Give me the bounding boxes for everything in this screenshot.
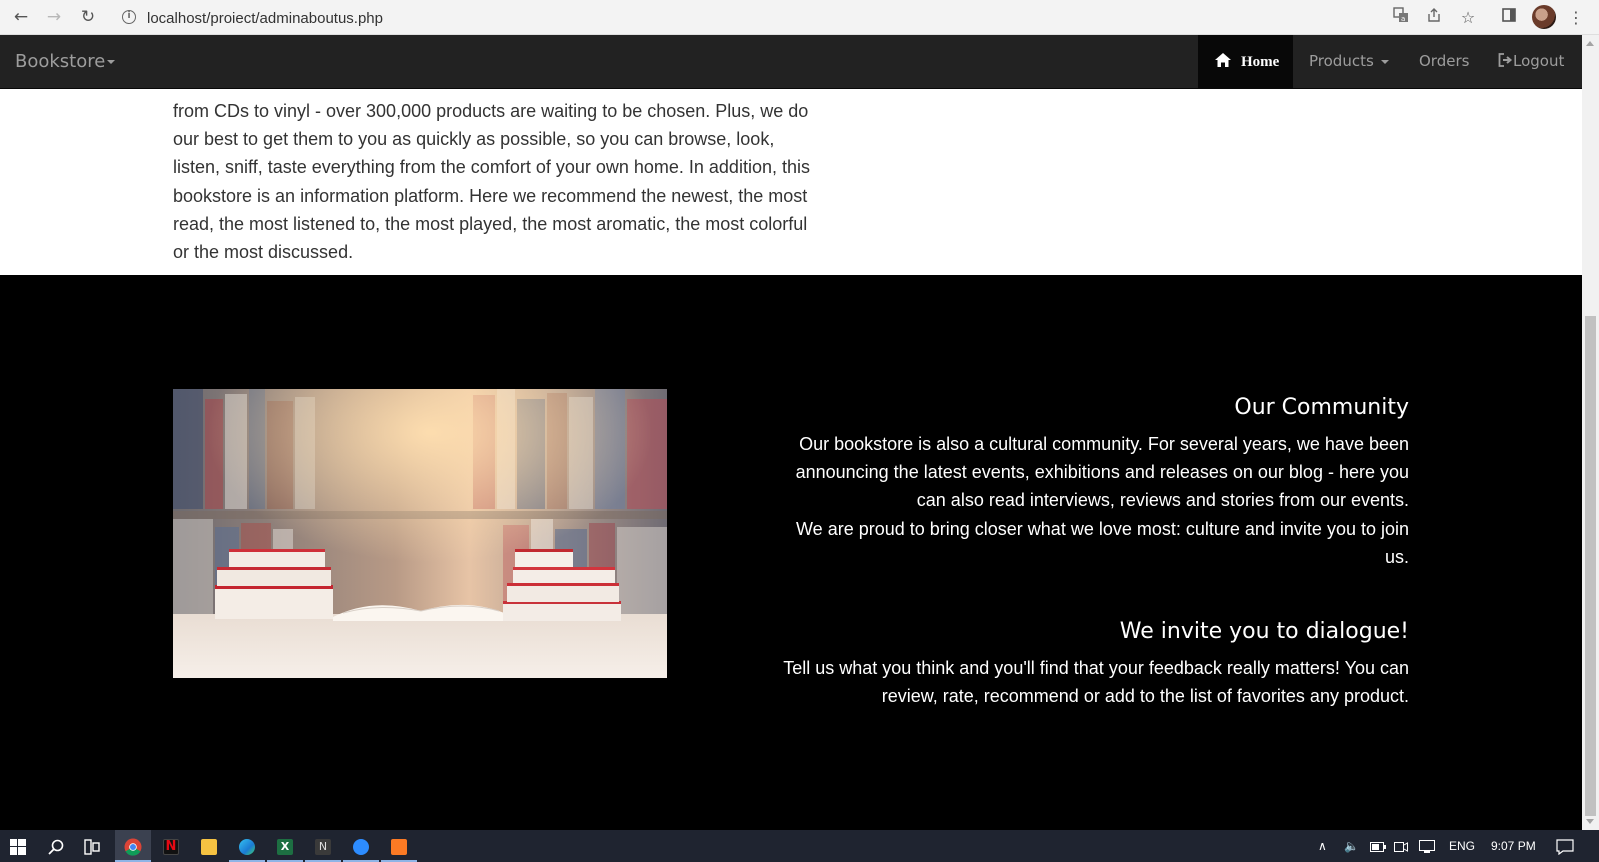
dialogue-line: Tell us what you think and you'll find t…	[783, 658, 1409, 679]
brand-label: Bookstore	[15, 51, 106, 72]
logout-icon	[1498, 53, 1513, 67]
forward-arrow-icon[interactable]: →	[43, 6, 65, 28]
nav-logout-label: Logout	[1513, 52, 1565, 70]
nav-products-label: Products	[1309, 52, 1374, 70]
community-line: We are proud to bring closer what we lov…	[796, 518, 1409, 539]
notification-center-icon[interactable]	[1556, 830, 1574, 862]
svg-text:a: a	[1401, 15, 1405, 23]
meet-now-icon[interactable]	[1394, 830, 1408, 862]
dialogue-line: review, rate, recommend or add to the li…	[881, 686, 1409, 707]
excel-taskbar-icon[interactable]: X	[267, 830, 303, 862]
intro-section: from CDs to vinyl - over 300,000 product…	[0, 89, 1582, 275]
netflix-taskbar-icon[interactable]: N	[153, 830, 189, 862]
nav-logout[interactable]: Logout	[1498, 35, 1564, 88]
brand-dropdown[interactable]: Bookstore	[15, 51, 116, 72]
site-info-icon[interactable]: i	[122, 10, 136, 24]
language-indicator[interactable]: ENG	[1449, 830, 1475, 862]
community-line: can also read interviews, reviews and st…	[916, 490, 1409, 511]
intro-line: bookstore is an information platform. He…	[173, 185, 808, 206]
url-text[interactable]: localhost/proiect/adminaboutus.php	[147, 10, 383, 27]
windows-start-icon[interactable]	[0, 830, 36, 862]
nav-orders[interactable]: Orders	[1419, 35, 1469, 88]
tray-chevron-up-icon[interactable]: ∧	[1318, 830, 1327, 862]
reload-icon[interactable]: ↻	[77, 6, 99, 28]
menu-kebab-icon[interactable]: ⋮	[1565, 7, 1587, 29]
site-navbar: Bookstore Home Products Orders Logout	[0, 35, 1582, 89]
scroll-up-arrow-icon[interactable]	[1586, 41, 1594, 46]
page-scrollbar[interactable]	[1582, 35, 1599, 830]
caret-down-icon	[107, 60, 116, 64]
nav-orders-label: Orders	[1419, 52, 1470, 70]
share-icon[interactable]	[1423, 7, 1445, 29]
task-view-icon[interactable]	[74, 830, 110, 862]
nav-home[interactable]: Home	[1198, 35, 1293, 88]
intro-line: listen, sniff, taste everything from the…	[173, 157, 810, 178]
windows-taskbar: N X N ∧ 🔈 ENG 9:07 PM	[0, 830, 1599, 862]
side-panel-icon[interactable]	[1498, 7, 1520, 29]
dialogue-heading: We invite you to dialogue!	[1119, 619, 1409, 645]
intro-line: our best to get them to you as quickly a…	[173, 129, 775, 150]
community-paragraph: Our bookstore is also a cultural communi…	[740, 430, 1409, 571]
network-icon[interactable]	[1419, 830, 1435, 862]
scroll-down-arrow-icon[interactable]	[1586, 819, 1594, 824]
bookshelf-image	[173, 389, 667, 678]
profile-avatar[interactable]	[1532, 5, 1556, 29]
search-icon[interactable]	[38, 830, 74, 862]
community-line: announcing the latest events, exhibition…	[795, 462, 1409, 483]
nav-home-label: Home	[1241, 54, 1280, 70]
clock[interactable]: 9:07 PM	[1491, 830, 1536, 862]
home-icon	[1215, 53, 1231, 67]
chrome-taskbar-icon[interactable]	[115, 830, 151, 862]
caret-down-icon	[1380, 59, 1389, 64]
battery-icon[interactable]	[1370, 830, 1386, 862]
community-line: us.	[1384, 546, 1409, 567]
bookmark-star-icon[interactable]: ☆	[1457, 7, 1479, 29]
intro-line: or the most discussed.	[173, 242, 354, 263]
volume-icon[interactable]: 🔈	[1344, 830, 1359, 862]
file-explorer-icon[interactable]	[191, 830, 227, 862]
notion-taskbar-icon[interactable]: N	[305, 830, 341, 862]
zoom-taskbar-icon[interactable]	[343, 830, 379, 862]
intro-paragraph: from CDs to vinyl - over 300,000 product…	[173, 97, 843, 266]
community-line: Our bookstore is also a cultural communi…	[799, 434, 1409, 454]
translate-icon[interactable]: a	[1390, 7, 1412, 29]
community-text-column: Our Community Our bookstore is also a cu…	[740, 395, 1409, 710]
intro-line: from CDs to vinyl - over 300,000 product…	[173, 101, 809, 121]
dialogue-paragraph: Tell us what you think and you'll find t…	[740, 654, 1409, 710]
scroll-thumb[interactable]	[1585, 316, 1596, 816]
intro-line: read, the most listened to, the most pla…	[173, 213, 808, 234]
xampp-taskbar-icon[interactable]	[381, 830, 417, 862]
back-arrow-icon[interactable]: ←	[10, 6, 32, 28]
browser-toolbar: ← → ↻ i localhost/proiect/adminaboutus.p…	[0, 0, 1599, 35]
community-section: Our Community Our bookstore is also a cu…	[0, 275, 1582, 830]
edge-taskbar-icon[interactable]	[229, 830, 265, 862]
address-bar[interactable]: i localhost/proiect/adminaboutus.php	[112, 4, 1472, 31]
nav-products-dropdown[interactable]: Products	[1309, 35, 1389, 88]
community-heading: Our Community	[1234, 395, 1409, 420]
